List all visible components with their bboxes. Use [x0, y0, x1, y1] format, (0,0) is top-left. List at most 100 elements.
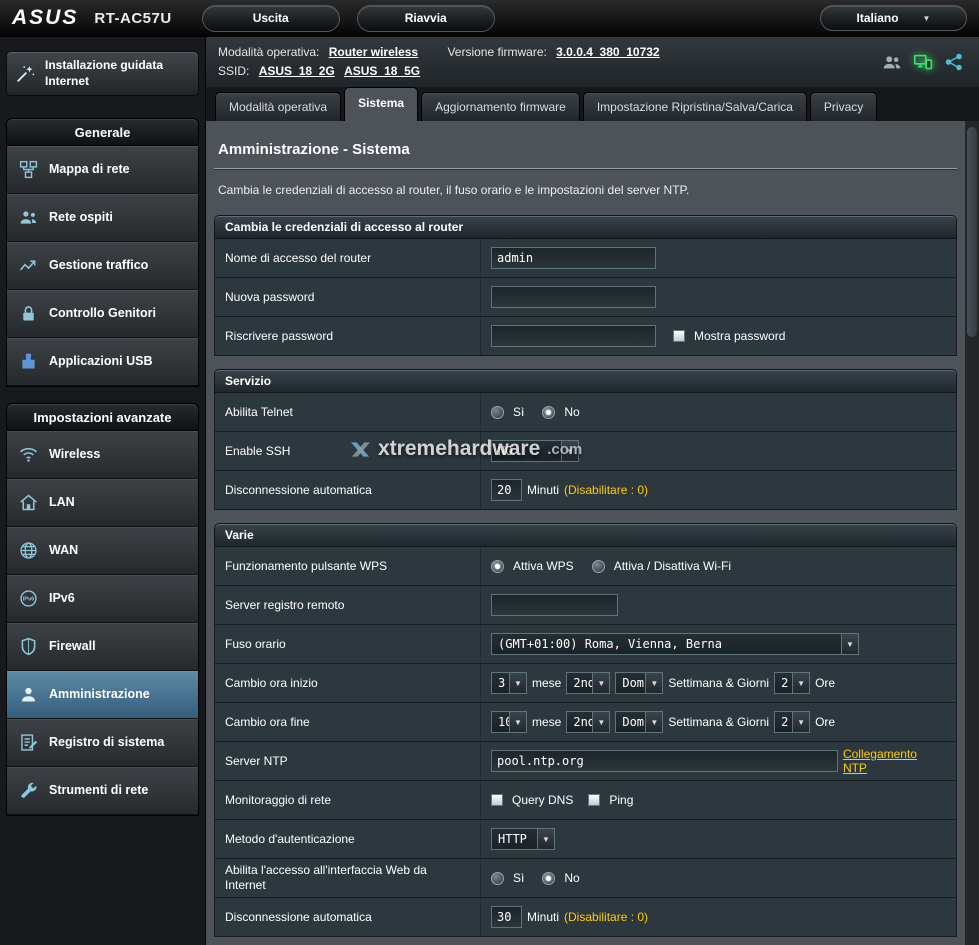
- logout-button[interactable]: Uscita: [202, 5, 340, 32]
- sidebar-item-administration[interactable]: Amministrazione: [7, 671, 198, 719]
- hours-text: Ore: [815, 676, 835, 690]
- telnet-yes-radio[interactable]: [491, 406, 504, 419]
- sidebar-item-wan[interactable]: WAN: [7, 527, 198, 575]
- sidebar-item-firewall[interactable]: Firewall: [7, 623, 198, 671]
- retype-password-input[interactable]: [491, 325, 656, 347]
- main-area: Modalità operativa: Router wireless Vers…: [206, 37, 979, 945]
- ssid-2g-link[interactable]: ASUS_18_2G: [259, 64, 335, 78]
- misc-section: Varie Funzionamento pulsante WPS Attiva …: [214, 523, 957, 937]
- wired-devices-icon[interactable]: [912, 51, 934, 73]
- dst-end-hour-select[interactable]: 2: [774, 711, 810, 733]
- wps-toggle-wifi-radio[interactable]: [592, 560, 605, 573]
- dst-start-month-select[interactable]: 3: [491, 672, 527, 694]
- wps-activate-radio[interactable]: [491, 560, 504, 573]
- op-mode-label: Modalità operativa:: [218, 45, 319, 59]
- sidebar-item-label: Strumenti di rete: [49, 783, 148, 798]
- share-icon[interactable]: [943, 51, 965, 73]
- dst-end-week-select[interactable]: 2nd: [566, 711, 610, 733]
- table-row-dst-end: Cambio ora fine 10 mese 2nd: [214, 703, 957, 742]
- web-access-yes-radio[interactable]: [491, 872, 504, 885]
- ping-checkbox[interactable]: [588, 794, 600, 806]
- sidebar-item-label: Wireless: [49, 447, 100, 462]
- query-dns-checkbox[interactable]: [491, 794, 503, 806]
- reboot-button[interactable]: Riavvia: [357, 5, 495, 32]
- new-password-input[interactable]: [491, 286, 656, 308]
- tab-restore-save-upload[interactable]: Impostazione Ripristina/Salva/Carica: [583, 92, 807, 121]
- sidebar-item-wireless[interactable]: Wireless: [7, 431, 198, 479]
- chevron-down-icon: [537, 829, 554, 849]
- scrollbar-thumb[interactable]: [967, 127, 977, 337]
- dst-start-day-select[interactable]: Dom: [615, 672, 663, 694]
- scrollbar-track[interactable]: [965, 121, 979, 945]
- sidebar-group-advanced: Impostazioni avanzate Wireless LAN: [6, 403, 199, 816]
- language-select[interactable]: Italiano ▼: [820, 5, 967, 31]
- row-label: Abilita l'accesso all'interfaccia Web da…: [215, 859, 481, 897]
- dst-start-hour-select[interactable]: 2: [774, 672, 810, 694]
- row-label: Abilita Telnet: [215, 393, 481, 431]
- sidebar-item-usb-applications[interactable]: Applicazioni USB: [7, 338, 198, 386]
- hours-text: Ore: [815, 715, 835, 729]
- sidebar-item-label: Controllo Genitori: [49, 306, 156, 321]
- tab-privacy[interactable]: Privacy: [810, 92, 877, 121]
- ssh-selected-value: NO: [492, 441, 561, 461]
- table-row-login-name: Nome di accesso del router: [214, 239, 957, 278]
- tab-system[interactable]: Sistema: [344, 87, 418, 121]
- dst-end-month-select[interactable]: 10: [491, 711, 527, 733]
- show-password-label: Mostra password: [694, 329, 785, 343]
- tab-operation-mode[interactable]: Modalità operativa: [215, 92, 341, 121]
- ntp-link[interactable]: Collegamento NTP: [843, 747, 946, 775]
- telnet-no-label: No: [564, 405, 579, 419]
- page-title: Amministrazione - Sistema: [214, 123, 957, 168]
- wizard-label: Installazione guidata Internet: [45, 58, 190, 89]
- chevron-down-icon: [592, 673, 609, 693]
- router-login-input[interactable]: [491, 247, 656, 269]
- ping-label: Ping: [609, 793, 633, 807]
- telnet-no-radio[interactable]: [542, 406, 555, 419]
- remote-log-server-input[interactable]: [491, 594, 618, 616]
- chevron-down-icon: [841, 634, 858, 654]
- row-label: Nuova password: [215, 278, 481, 316]
- table-row-web-access-wan: Abilita l'accesso all'interfaccia Web da…: [214, 859, 957, 898]
- sidebar-item-ipv6[interactable]: IPv6 IPv6: [7, 575, 198, 623]
- web-access-no-radio[interactable]: [542, 872, 555, 885]
- table-row-remote-log: Server registro remoto: [214, 586, 957, 625]
- sidebar-item-guest-network[interactable]: Rete ospiti: [7, 194, 198, 242]
- table-row-auto-logout: Disconnessione automatica Minuti (Disabi…: [214, 471, 957, 510]
- tab-firmware-upgrade[interactable]: Aggiornamento firmware: [421, 92, 580, 121]
- timezone-select[interactable]: (GMT+01:00) Roma, Vienna, Berna: [491, 633, 859, 655]
- auto-logout-minutes-input[interactable]: [491, 479, 522, 501]
- op-mode-link[interactable]: Router wireless: [329, 45, 418, 59]
- ntp-server-input[interactable]: [491, 750, 838, 772]
- service-section: Servizio Abilita Telnet Sì No Enable SSH: [214, 369, 957, 510]
- sidebar-item-system-log[interactable]: Registro di sistema: [7, 719, 198, 767]
- clients-icon[interactable]: [881, 51, 903, 73]
- svg-text:IPv6: IPv6: [23, 597, 35, 603]
- chevron-down-icon: [645, 673, 662, 693]
- sidebar-item-network-tools[interactable]: Strumenti di rete: [7, 767, 198, 815]
- sidebar-item-network-map[interactable]: Mappa di rete: [7, 146, 198, 194]
- chevron-down-icon: [645, 712, 662, 732]
- dst-end-day-select[interactable]: Dom: [615, 711, 663, 733]
- ssid-5g-link[interactable]: ASUS_18_5G: [344, 64, 420, 78]
- table-row-network-monitoring: Monitoraggio di rete Query DNS Ping: [214, 781, 957, 820]
- sidebar: Installazione guidata Internet Generale …: [0, 37, 206, 945]
- sidebar-item-lan[interactable]: LAN: [7, 479, 198, 527]
- sidebar-item-label: Gestione traffico: [49, 258, 148, 273]
- show-password-checkbox[interactable]: [673, 330, 685, 342]
- sidebar-item-traffic-manager[interactable]: Gestione traffico: [7, 242, 198, 290]
- sidebar-item-parental-control[interactable]: Controllo Genitori: [7, 290, 198, 338]
- credentials-section: Cambia le credenziali di accesso al rout…: [214, 215, 957, 356]
- quick-setup-wizard-button[interactable]: Installazione guidata Internet: [6, 51, 199, 96]
- auth-method-select[interactable]: HTTP: [491, 828, 555, 850]
- wifi-icon: [18, 444, 39, 465]
- week-days-text: Settimana & Giorni: [668, 676, 769, 690]
- auto-logout-minutes-input-2[interactable]: [491, 906, 522, 928]
- misc-section-title: Varie: [214, 523, 957, 547]
- row-label: Server NTP: [215, 742, 481, 780]
- magic-wand-icon: [15, 63, 36, 84]
- traffic-chart-icon: [18, 255, 39, 276]
- person-icon: [18, 684, 39, 705]
- ssh-select[interactable]: NO: [491, 440, 579, 462]
- dst-start-week-select[interactable]: 2nd: [566, 672, 610, 694]
- firmware-version-link[interactable]: 3.0.0.4_380_10732: [556, 45, 659, 59]
